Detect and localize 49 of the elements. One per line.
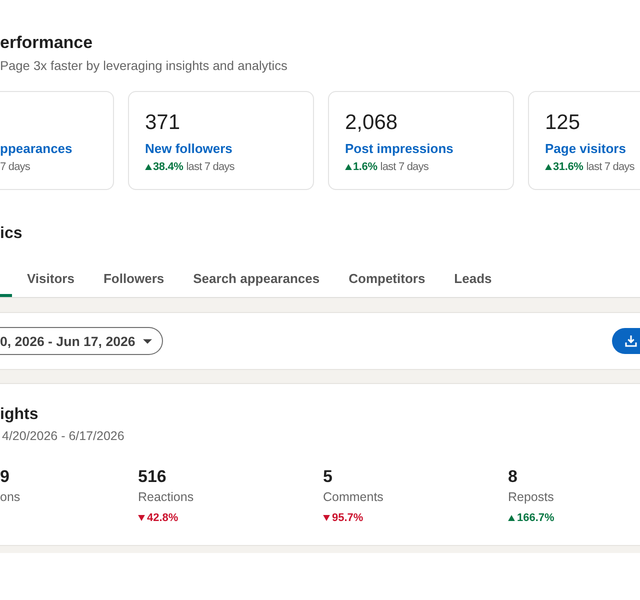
metric-label: ons	[0, 489, 20, 506]
metric-link[interactable]: ppearances	[0, 139, 72, 159]
period-text: 7 days	[0, 160, 30, 175]
metric-card[interactable]: 2,068 Post impressions 1.6% last 7 days	[328, 91, 514, 190]
down-triangle-icon	[138, 515, 145, 521]
download-button[interactable]	[612, 328, 640, 354]
tab[interactable]: Followers	[103, 256, 164, 297]
up-triangle-icon	[545, 164, 552, 170]
change-percent: 95.7%	[332, 512, 364, 524]
card-title: ights	[0, 405, 38, 425]
up-triangle-icon	[345, 164, 352, 170]
up-triangle-icon	[145, 164, 152, 170]
metric-value: 5	[323, 466, 332, 488]
metric-value: 9	[0, 466, 10, 488]
metric-card[interactable]: 371 New followers 38.4% last 7 days	[128, 91, 314, 190]
change-percent: 1.6%	[353, 160, 378, 175]
metric-value: 371	[145, 110, 180, 136]
section-title: erformance	[0, 32, 93, 54]
metric-card[interactable]: 125 Page visitors 31.6% last 7 days	[528, 91, 640, 190]
tab[interactable]: Visitors	[27, 256, 74, 297]
download-icon	[625, 335, 637, 347]
down-triangle-icon	[323, 515, 330, 521]
up-triangle-icon	[508, 515, 515, 521]
metric-label: Comments	[323, 489, 384, 506]
metric-value: 8	[508, 466, 518, 488]
date-range-text: 4/20/2026 - 6/17/2026	[2, 428, 124, 444]
metric-value: 125	[545, 110, 580, 136]
period-text: last 7 days	[586, 160, 634, 175]
metric-label: Reactions	[138, 489, 194, 506]
change-percent: 31.6%	[553, 160, 584, 175]
change-percent: 42.8%	[147, 512, 178, 524]
section-subtitle: Page 3x faster by leveraging insights and analytics	[0, 57, 288, 75]
metric-value: 2,068	[345, 110, 398, 136]
change-percent: 38.4%	[153, 160, 184, 175]
tab[interactable]: Leads	[454, 256, 492, 297]
period-text: last 7 days	[380, 160, 428, 175]
date-range-button[interactable]: 0, 2026 - Jun 17, 2026	[0, 327, 164, 355]
caret-icon	[143, 338, 152, 344]
metric-card[interactable]: ppearances 7 days	[0, 91, 114, 190]
metric-link[interactable]: Post impressions	[345, 139, 454, 159]
tab[interactable]: Search appearances	[193, 256, 320, 297]
metric-label: Reposts	[508, 489, 554, 506]
metric-value: 516	[138, 466, 166, 488]
metric-link[interactable]: New followers	[145, 139, 232, 159]
period-text: last 7 days	[186, 160, 234, 175]
section-title: ics	[0, 224, 22, 244]
tab[interactable]: Competitors	[348, 256, 426, 297]
change-percent: 166.7%	[517, 512, 554, 524]
metric-link[interactable]: Page visitors	[545, 139, 626, 159]
